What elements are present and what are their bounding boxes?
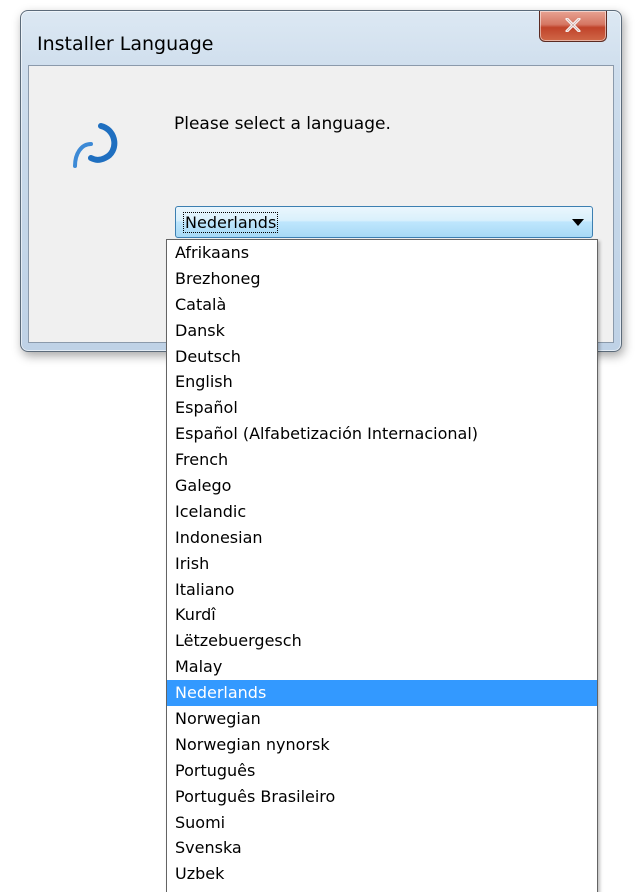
language-option[interactable]: Galego: [167, 473, 597, 499]
language-option[interactable]: Lëtzebuergesch: [167, 628, 597, 654]
language-dropdown-list[interactable]: Afrikaans Brezhoneg Català Dansk Deutsch Engl…: [166, 239, 598, 892]
language-option[interactable]: Português Brasileiro: [167, 784, 597, 810]
language-option[interactable]: French: [167, 447, 597, 473]
language-option[interactable]: Español (Alfabetización Internacional): [167, 421, 597, 447]
language-option[interactable]: Deutsch: [167, 344, 597, 370]
close-icon: [565, 18, 581, 32]
window-title: Installer Language: [37, 33, 214, 55]
language-option[interactable]: Brezhoneg: [167, 266, 597, 292]
language-option[interactable]: Norwegian nynorsk: [167, 732, 597, 758]
app-swirl-icon: [73, 123, 118, 168]
language-option[interactable]: Norwegian: [167, 706, 597, 732]
language-option[interactable]: Irish: [167, 551, 597, 577]
language-option[interactable]: Icelandic: [167, 499, 597, 525]
language-combobox[interactable]: Nederlands: [175, 206, 593, 238]
language-option[interactable]: Español: [167, 395, 597, 421]
title-bar[interactable]: Installer Language: [21, 11, 621, 65]
language-option[interactable]: Uzbek: [167, 861, 597, 887]
language-option[interactable]: English: [167, 369, 597, 395]
language-option[interactable]: Dansk: [167, 318, 597, 344]
language-option[interactable]: Indonesian: [167, 525, 597, 551]
combobox-selected-value: Nederlands: [182, 212, 279, 233]
language-option[interactable]: Português: [167, 758, 597, 784]
chevron-down-icon[interactable]: [572, 219, 584, 226]
language-option[interactable]: Malay: [167, 654, 597, 680]
language-option[interactable]: Afrikaans: [167, 240, 597, 266]
screen: Installer Language Please select a langu…: [0, 0, 638, 892]
language-option[interactable]: Italiano: [167, 577, 597, 603]
language-option[interactable]: Svenska: [167, 835, 597, 861]
language-option[interactable]: Suomi: [167, 810, 597, 836]
language-option[interactable]: Català: [167, 292, 597, 318]
language-option[interactable]: Kurdî: [167, 602, 597, 628]
close-button[interactable]: [539, 11, 607, 42]
language-option[interactable]: Nederlands: [167, 680, 597, 707]
prompt-text: Please select a language.: [174, 114, 391, 134]
